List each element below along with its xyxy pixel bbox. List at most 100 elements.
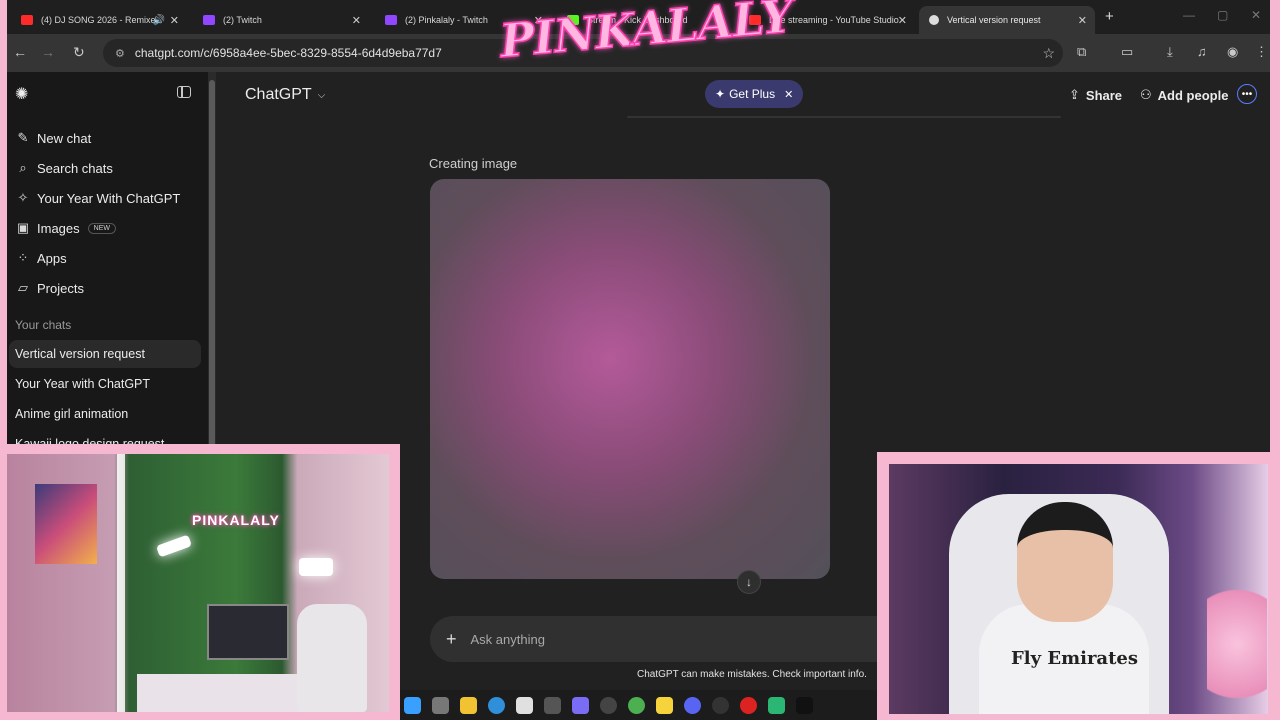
more-options-button[interactable]: ••• <box>1237 84 1257 104</box>
chat-item-label: Vertical version request <box>15 347 145 361</box>
youtube-icon <box>21 15 33 25</box>
site-settings-icon[interactable]: ⚙ <box>115 47 125 60</box>
bookmark-star-icon[interactable]: ☆ <box>1042 45 1055 62</box>
close-icon[interactable]: ✕ <box>898 14 907 27</box>
close-icon[interactable]: ✕ <box>784 88 793 101</box>
sidebar-item-search-chats[interactable]: ⌕ Search chats <box>15 158 113 178</box>
profile-icon[interactable]: ◉ <box>1227 44 1238 60</box>
arrow-down-icon: ↓ <box>746 575 752 589</box>
store-icon[interactable] <box>516 696 533 714</box>
plus-icon[interactable]: + <box>446 629 457 650</box>
windows-start-icon[interactable] <box>404 696 421 714</box>
streamer-head <box>1017 502 1113 622</box>
sparkle-icon: ✧ <box>17 190 29 205</box>
task-view-icon[interactable] <box>432 696 449 714</box>
page-title: ChatGPT <box>245 86 312 103</box>
media-control-icon[interactable]: ♫ <box>1197 44 1207 59</box>
panel-light <box>299 558 333 576</box>
model-selector[interactable]: ChatGPT ⌵ <box>245 86 325 104</box>
new-badge: NEW <box>87 222 116 234</box>
sidebar-item-new-chat[interactable]: ✎ New chat <box>15 128 92 148</box>
tab-youtube-studio[interactable]: Live streaming - YouTube Studio ✕ <box>739 6 915 34</box>
edge-icon[interactable] <box>488 696 505 714</box>
sidebar-item-apps[interactable]: ⁘ Apps <box>15 248 67 268</box>
chat-item-label: Your Year with ChatGPT <box>15 377 151 391</box>
speaker-icon[interactable]: 🔊 <box>153 15 165 26</box>
back-icon[interactable]: ← <box>13 44 27 60</box>
tiktok-icon[interactable] <box>796 696 813 714</box>
tab-dj-song[interactable]: (4) DJ SONG 2026 - Remixes 🔊 ✕ <box>11 6 187 34</box>
window-light <box>117 454 125 712</box>
cast-icon[interactable]: ▭ <box>1121 44 1133 60</box>
sticky-notes-icon[interactable] <box>656 696 673 714</box>
close-icon[interactable]: ✕ <box>352 14 361 27</box>
twitch-icon <box>385 15 397 25</box>
discord-icon[interactable] <box>684 696 701 714</box>
download-icon[interactable]: ⤓ <box>1167 44 1173 60</box>
pink-tree <box>1207 574 1267 714</box>
sidebar-item-your-year[interactable]: ✧ Your Year With ChatGPT <box>15 188 181 208</box>
sidebar-item-label: Images <box>37 220 80 236</box>
face-video: Fly Emirates <box>889 464 1268 714</box>
chatgpt-icon <box>929 15 939 25</box>
monitor <box>207 604 289 660</box>
spotify-icon[interactable] <box>768 696 785 714</box>
tab-twitch[interactable]: (2) Twitch ✕ <box>193 6 369 34</box>
apps-grid-icon[interactable] <box>572 696 589 714</box>
share-button[interactable]: ⇪ Share <box>1069 87 1122 103</box>
steam-icon[interactable] <box>712 696 729 714</box>
share-label: Share <box>1085 87 1123 103</box>
openai-logo-icon[interactable]: ✺ <box>15 84 33 103</box>
extensions-icon[interactable]: ⧉ <box>1077 44 1086 60</box>
tab-title: Live streaming - YouTube Studio <box>769 15 899 25</box>
close-icon[interactable]: ✕ <box>534 14 543 27</box>
new-tab-button[interactable]: + <box>1105 8 1114 25</box>
close-icon[interactable]: ✕ <box>170 14 179 27</box>
gaming-chair <box>297 604 367 712</box>
desk <box>137 674 307 712</box>
chat-item-anime-girl[interactable]: Anime girl animation <box>9 400 201 428</box>
reload-icon[interactable]: ↻ <box>73 44 85 61</box>
sidebar-item-label: Search chats <box>37 160 113 176</box>
minimize-icon[interactable]: — <box>1183 8 1195 22</box>
sidebar-item-label: New chat <box>37 130 92 146</box>
tab-title: Stream - Kick Dashboard <box>587 15 688 25</box>
kick-icon <box>567 15 579 25</box>
browser-menu-icon[interactable]: ⋮ <box>1255 44 1268 60</box>
chat-item-your-year[interactable]: Your Year with ChatGPT <box>9 370 201 398</box>
sidebar-item-label: Apps <box>37 250 67 266</box>
tab-title: (4) DJ SONG 2026 - Remixes <box>41 15 161 25</box>
image-placeholder <box>430 179 830 579</box>
images-icon: ▣ <box>16 220 30 235</box>
sidebar-item-projects[interactable]: ▱ Projects <box>15 278 84 298</box>
add-person-icon: ⚇ <box>1140 87 1152 102</box>
chrome-icon[interactable] <box>628 696 645 714</box>
sidebar-toggle-icon[interactable] <box>177 86 191 98</box>
get-plus-button[interactable]: ✦ Get Plus ✕ <box>705 80 804 108</box>
close-icon[interactable]: ✕ <box>716 14 725 27</box>
address-bar[interactable]: ⚙ chatgpt.com/c/6958a4ee-5bec-8329-8554-… <box>103 39 1063 67</box>
tab-vertical-version[interactable]: Vertical version request ✕ <box>919 6 1095 34</box>
room-video: PINKALALY <box>7 454 389 712</box>
capcut-icon[interactable] <box>740 696 757 714</box>
window-close-icon[interactable]: ✕ <box>1251 8 1261 22</box>
add-people-button[interactable]: ⚇ Add people <box>1140 87 1228 103</box>
forward-icon[interactable]: → <box>41 44 55 60</box>
taskbar <box>400 690 878 720</box>
ring-light <box>155 534 193 558</box>
chats-heading: Your chats <box>15 318 72 332</box>
chat-item-vertical-version[interactable]: Vertical version request <box>9 340 201 368</box>
file-explorer-icon[interactable] <box>460 696 477 714</box>
close-icon[interactable]: ✕ <box>1078 14 1087 27</box>
tab-title: Vertical version request <box>947 15 1041 25</box>
scroll-to-bottom-button[interactable]: ↓ <box>737 570 761 594</box>
composer[interactable]: + Ask anything <box>430 616 900 662</box>
obs-icon[interactable] <box>544 696 561 714</box>
tab-pinkalaly-twitch[interactable]: (2) Pinkalaly - Twitch ✕ <box>375 6 551 34</box>
tab-kick-dashboard[interactable]: Stream - Kick Dashboard ✕ <box>557 6 733 34</box>
share-icon: ⇪ <box>1069 87 1080 102</box>
sidebar-item-images[interactable]: ▣ Images NEW <box>15 218 116 238</box>
maximize-icon[interactable]: ▢ <box>1217 8 1228 22</box>
streamdeck-icon[interactable] <box>600 696 617 714</box>
scrollbar-thumb[interactable] <box>209 80 215 452</box>
